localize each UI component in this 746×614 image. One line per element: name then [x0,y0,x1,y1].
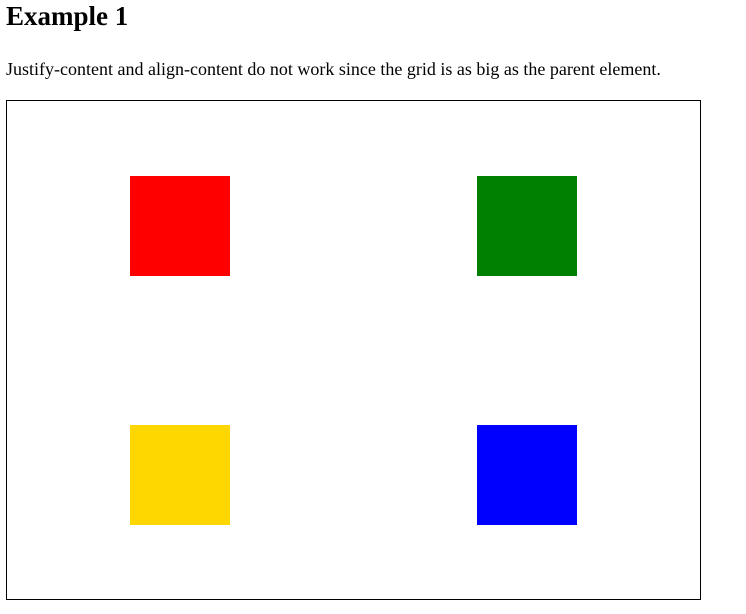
grid-container [6,100,701,600]
grid-item-gold [130,424,231,525]
page-title: Example 1 [6,1,129,31]
description-text: Justify-content and align-content do not… [6,59,661,79]
grid-item-red [130,175,231,276]
grid-item-blue [476,424,577,525]
grid-item-green [476,175,577,276]
